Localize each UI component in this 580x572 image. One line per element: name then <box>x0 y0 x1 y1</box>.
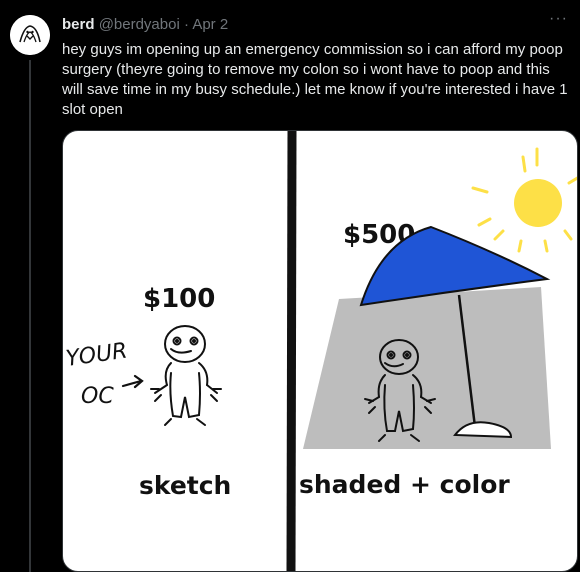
tweet-header: berd @berdyaboi · Apr 2 ··· <box>62 10 568 35</box>
umbrella-shade <box>303 287 551 449</box>
timestamp[interactable]: Apr 2 <box>192 16 228 33</box>
comic-drawing: $100 YOUR OC sketch $500 shaded + color <box>64 131 577 571</box>
separator: · <box>179 16 193 33</box>
tweet-text: hey guys im opening up an emergency comm… <box>62 41 568 118</box>
display-name[interactable]: berd <box>62 16 95 33</box>
left-price: $100 <box>143 284 215 314</box>
sketch-character <box>150 325 222 426</box>
avatar-bird-icon <box>10 15 50 55</box>
right-panel: $500 shaded + color <box>299 147 577 499</box>
left-caption: sketch <box>139 471 231 500</box>
sun-icon <box>471 147 577 253</box>
more-horizontal-icon[interactable]: ··· <box>549 9 568 29</box>
thread-line <box>29 60 31 572</box>
avatar[interactable] <box>10 15 50 55</box>
left-panel: $100 YOUR OC sketch <box>64 284 231 500</box>
annotation-line1: YOUR <box>64 339 129 372</box>
handle[interactable]: @berdyaboi <box>99 16 180 33</box>
annotation-line2: OC <box>81 384 114 409</box>
tweet-image[interactable]: $100 YOUR OC sketch $500 shaded + color <box>62 130 578 572</box>
panel-divider <box>286 131 297 571</box>
annotation-your-oc: YOUR OC <box>64 339 144 409</box>
tweet[interactable]: berd @berdyaboi · Apr 2 ··· hey guys im … <box>0 0 580 572</box>
right-caption: shaded + color <box>299 470 510 499</box>
